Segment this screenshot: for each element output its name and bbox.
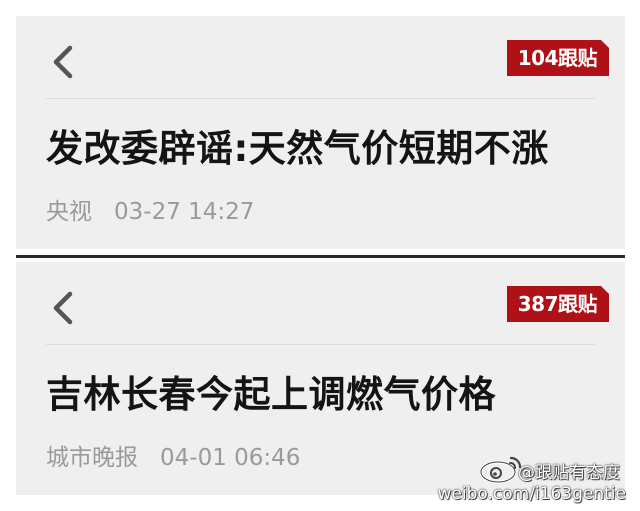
article-source: 城市晚报 <box>46 445 138 471</box>
comment-count-badge[interactable]: 387跟贴 <box>506 286 610 322</box>
chevron-left-icon <box>53 291 73 325</box>
article-time: 03-27 14:27 <box>114 199 255 225</box>
header-divider <box>46 344 595 345</box>
chevron-left-icon <box>53 45 73 79</box>
article-headline: 吉林长春今起上调燃气价格 <box>46 373 496 416</box>
article-time: 04-01 06:46 <box>160 445 301 471</box>
watermark-url: weibo.com/i163gentie <box>437 484 626 504</box>
watermark-handle: @跟贴有态度 <box>518 463 620 483</box>
article-source: 央视 <box>46 199 92 225</box>
screenshot-divider <box>16 255 625 258</box>
article-meta: 城市晚报 04-01 06:46 <box>46 438 300 472</box>
article-headline: 发改委辟谣:天然气价短期不涨 <box>46 127 549 170</box>
article-meta: 央视 03-27 14:27 <box>46 192 254 226</box>
header-divider <box>46 98 595 99</box>
screenshot-collage: 104跟贴 发改委辟谣:天然气价短期不涨 央视 03-27 14:27 387跟贴… <box>0 0 640 511</box>
back-button[interactable] <box>48 42 78 82</box>
comment-count-badge[interactable]: 104跟贴 <box>506 40 610 76</box>
news-card-1: 104跟贴 发改委辟谣:天然气价短期不涨 央视 03-27 14:27 <box>16 16 625 249</box>
back-button[interactable] <box>48 288 78 328</box>
